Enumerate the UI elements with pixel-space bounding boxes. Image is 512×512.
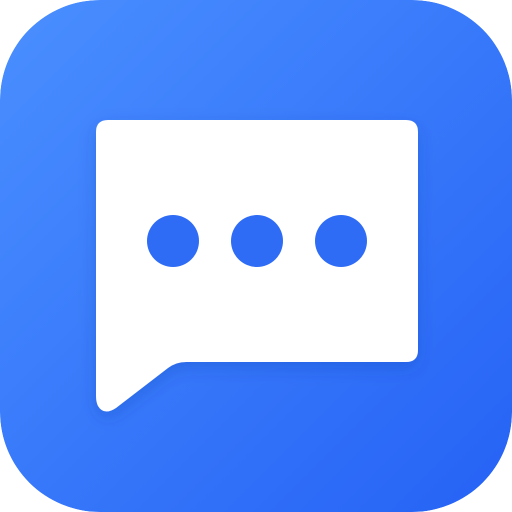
app-icon[interactable]	[0, 0, 512, 512]
dot-1	[147, 215, 199, 267]
dot-3	[315, 215, 367, 267]
chat-bubble-icon	[0, 0, 512, 512]
dot-2	[231, 215, 283, 267]
app-icon-tile	[0, 0, 512, 512]
typing-dots	[147, 215, 367, 267]
